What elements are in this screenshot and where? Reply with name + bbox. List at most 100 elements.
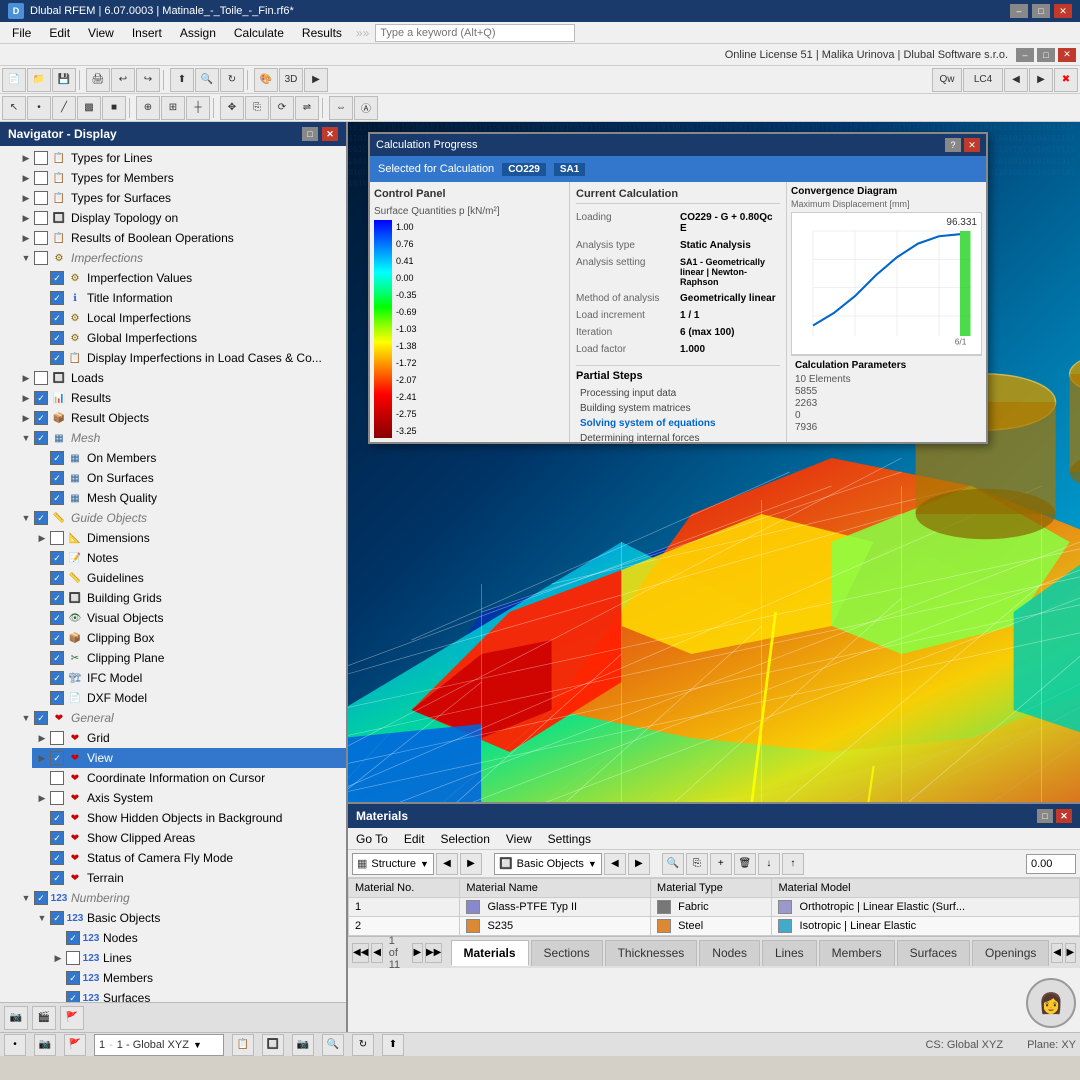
basic-objects-dropdown[interactable]: 🔲 Basic Objects ▼ <box>494 853 602 875</box>
nav-show-clipped[interactable]: ▶ ❤ Show Clipped Areas <box>32 828 346 848</box>
tb-calculate[interactable]: ▶ <box>304 68 328 92</box>
chk-display-topology[interactable] <box>34 211 48 225</box>
chk-view[interactable] <box>50 751 64 765</box>
chk-basic-objects[interactable] <box>50 911 64 925</box>
nav-lines[interactable]: ▶ 123 Lines <box>48 948 346 968</box>
nav-mesh-quality[interactable]: ▶ ▦ Mesh Quality <box>32 488 346 508</box>
nav-notes[interactable]: ▶ 📝 Notes <box>32 548 346 568</box>
btm-camera-icon[interactable]: 📷 <box>34 1034 56 1056</box>
chk-guide-objects[interactable] <box>34 511 48 525</box>
chk-general[interactable] <box>34 711 48 725</box>
tb2-line[interactable]: ╱ <box>52 96 76 120</box>
tab-last-btn[interactable]: ▶▶ <box>425 943 442 963</box>
nav-grid[interactable]: ▶ ❤ Grid <box>32 728 346 748</box>
expand-imperfections[interactable]: ▼ <box>20 252 32 264</box>
expand-boolean-results[interactable]: ▶ <box>20 232 32 244</box>
tab-next-btn[interactable]: ▶ <box>412 943 423 963</box>
mat-export-btn[interactable]: ↑ <box>782 853 804 875</box>
nav-visual-objects[interactable]: ▶ 👁 Visual Objects <box>32 608 346 628</box>
nav-axis-system[interactable]: ▶ ❤ Axis System <box>32 788 346 808</box>
chk-global-imperfections[interactable] <box>50 331 64 345</box>
mat-add-btn[interactable]: + <box>710 853 732 875</box>
nav-title-info[interactable]: ▶ ℹ Title Information <box>32 288 346 308</box>
nav-close-btn[interactable]: ✕ <box>322 127 338 141</box>
maximize-button[interactable]: □ <box>1032 4 1050 18</box>
tab-lines[interactable]: Lines <box>762 940 817 966</box>
chk-show-hidden[interactable] <box>50 811 64 825</box>
chk-dxf-model[interactable] <box>50 691 64 705</box>
expand-basic-objects[interactable]: ▼ <box>36 912 48 924</box>
nav-restore-btn[interactable]: □ <box>302 127 318 141</box>
expand-guide-objects[interactable]: ▼ <box>20 512 32 524</box>
nav-local-imperfections[interactable]: ▶ ⚙ Local Imperfections <box>32 308 346 328</box>
nav-on-members[interactable]: ▶ ▦ On Members <box>32 448 346 468</box>
chk-camera-fly[interactable] <box>50 851 64 865</box>
menu-assign[interactable]: Assign <box>172 24 224 42</box>
chk-axis-system[interactable] <box>50 791 64 805</box>
chk-building-grids[interactable] <box>50 591 64 605</box>
tb2-copy[interactable]: ⎘ <box>245 96 269 120</box>
menu-insert[interactable]: Insert <box>124 24 170 42</box>
tb2-ortho[interactable]: ┼ <box>186 96 210 120</box>
nav-types-members[interactable]: ▶ 📋 Types for Members <box>16 168 346 188</box>
tb-redo[interactable]: ↪ <box>136 68 160 92</box>
license-close[interactable]: ✕ <box>1058 48 1076 62</box>
chk-result-objects[interactable] <box>34 411 48 425</box>
close-button[interactable]: ✕ <box>1054 4 1072 18</box>
chk-coord-info[interactable] <box>50 771 64 785</box>
btm-node-icon[interactable]: • <box>4 1034 26 1056</box>
nav-display-topology[interactable]: ▶ 🔲 Display Topology on <box>16 208 346 228</box>
chk-display-imperfections[interactable] <box>50 351 64 365</box>
chk-boolean-results[interactable] <box>34 231 48 245</box>
nav-loads[interactable]: ▶ 🔲 Loads <box>16 368 346 388</box>
expand-loads[interactable]: ▶ <box>20 372 32 384</box>
tab-openings[interactable]: Openings <box>972 940 1049 966</box>
tab-nodes[interactable]: Nodes <box>699 940 760 966</box>
search-input[interactable] <box>375 24 575 42</box>
tb2-snap[interactable]: ⊕ <box>136 96 160 120</box>
tab-surfaces[interactable]: Surfaces <box>897 940 970 966</box>
nav-view[interactable]: ▶ ❤ View <box>32 748 346 768</box>
chk-types-lines[interactable] <box>34 151 48 165</box>
tb2-grid[interactable]: ⊞ <box>161 96 185 120</box>
calc-close-btn[interactable]: ✕ <box>964 138 980 152</box>
nav-on-surfaces[interactable]: ▶ ▦ On Surfaces <box>32 468 346 488</box>
mat-row-1[interactable]: 1 Glass-PTFE Typ II Fabric <box>349 898 1080 917</box>
nav-imperfections[interactable]: ▼ ⚙ Imperfections <box>16 248 346 268</box>
expand-result-objects[interactable]: ▶ <box>20 412 32 424</box>
expand-lines[interactable]: ▶ <box>52 952 64 964</box>
tab-sections[interactable]: Sections <box>531 940 603 966</box>
tab-scroll-left[interactable]: ◀ <box>1051 943 1062 963</box>
mat-edit[interactable]: Edit <box>400 830 429 848</box>
nav-surfaces[interactable]: ▶ 123 Surfaces <box>48 988 346 1002</box>
basic-next-btn[interactable]: ▶ <box>628 853 650 875</box>
tb-qw[interactable]: Qw <box>932 68 962 92</box>
menu-view[interactable]: View <box>80 24 122 42</box>
expand-view[interactable]: ▶ <box>36 752 48 764</box>
mat-value-input[interactable] <box>1026 854 1076 874</box>
expand-dimensions[interactable]: ▶ <box>36 532 48 544</box>
menu-file[interactable]: File <box>4 24 39 42</box>
tb2-node[interactable]: • <box>27 96 51 120</box>
nav-guide-objects[interactable]: ▼ 📏 Guide Objects <box>16 508 346 528</box>
btm-flag-icon[interactable]: 🚩 <box>64 1034 86 1056</box>
calc-help-btn[interactable]: ? <box>945 138 961 152</box>
btm-tb5[interactable]: ↻ <box>352 1034 374 1056</box>
mat-close-btn[interactable]: ✕ <box>1056 809 1072 823</box>
expand-general[interactable]: ▼ <box>20 712 32 724</box>
mat-view[interactable]: View <box>502 830 536 848</box>
expand-grid[interactable]: ▶ <box>36 732 48 744</box>
expand-numbering[interactable]: ▼ <box>20 892 32 904</box>
chk-show-clipped[interactable] <box>50 831 64 845</box>
chk-results[interactable] <box>34 391 48 405</box>
tb2-rotate2[interactable]: ⟳ <box>270 96 294 120</box>
chk-title-info[interactable] <box>50 291 64 305</box>
nav-general[interactable]: ▼ ❤ General <box>16 708 346 728</box>
chk-nodes[interactable] <box>66 931 80 945</box>
basic-prev-btn[interactable]: ◀ <box>604 853 626 875</box>
tb-view-3d[interactable]: 3D <box>279 68 303 92</box>
chk-surfaces[interactable] <box>66 991 80 1002</box>
chk-mesh-quality[interactable] <box>50 491 64 505</box>
nav-boolean-results[interactable]: ▶ 📋 Results of Boolean Operations <box>16 228 346 248</box>
chk-notes[interactable] <box>50 551 64 565</box>
